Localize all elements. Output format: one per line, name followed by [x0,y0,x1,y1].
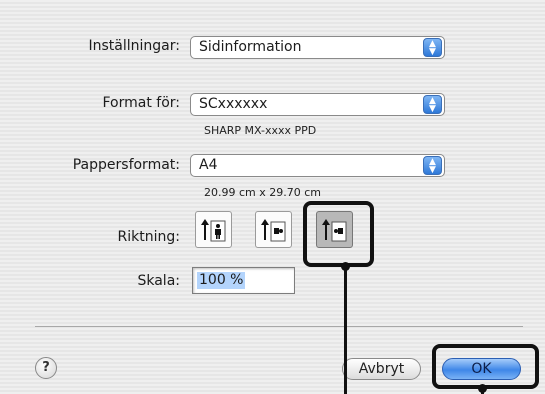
ok-callout-frame [432,344,539,389]
popup-arrows-icon: ▲ ▼ [423,38,442,57]
callout-line [344,266,347,394]
paper-size-popup[interactable]: A4 ▲ ▼ [190,154,445,177]
cancel-button[interactable]: Avbryt [342,358,421,380]
callout-line [481,388,484,394]
format-for-value: SCxxxxxx [199,96,268,112]
orientation-label: Riktning: [117,229,180,245]
scale-value: 100 % [197,272,246,289]
scale-label: Skala: [137,273,180,289]
portrait-icon [201,219,226,242]
orientation-landscape-left-button[interactable] [255,211,292,248]
settings-popup[interactable]: Sidinformation ▲ ▼ [190,36,445,59]
format-for-popup[interactable]: SCxxxxxx ▲ ▼ [190,93,445,116]
popup-arrows-icon: ▲ ▼ [423,156,442,175]
scale-input[interactable]: 100 % [192,267,295,294]
settings-label: Inställningar: [88,38,180,54]
paper-size-value: A4 [199,157,218,173]
divider [35,326,523,327]
popup-arrows-icon: ▲ ▼ [423,95,442,114]
paper-size-label: Pappersformat: [72,157,180,173]
orientation-callout-frame [303,201,374,267]
landscape-left-icon [261,219,286,242]
page-setup-dialog: Inställningar: Sidinformation ▲ ▼ Format … [0,0,545,394]
paper-dimensions: 20.99 cm x 29.70 cm [204,186,322,199]
help-button[interactable]: ? [35,357,57,379]
format-for-label: Format för: [102,95,180,111]
orientation-portrait-button[interactable] [195,211,232,248]
printer-description: SHARP MX-xxxx PPD [204,124,317,137]
settings-value: Sidinformation [199,39,302,55]
